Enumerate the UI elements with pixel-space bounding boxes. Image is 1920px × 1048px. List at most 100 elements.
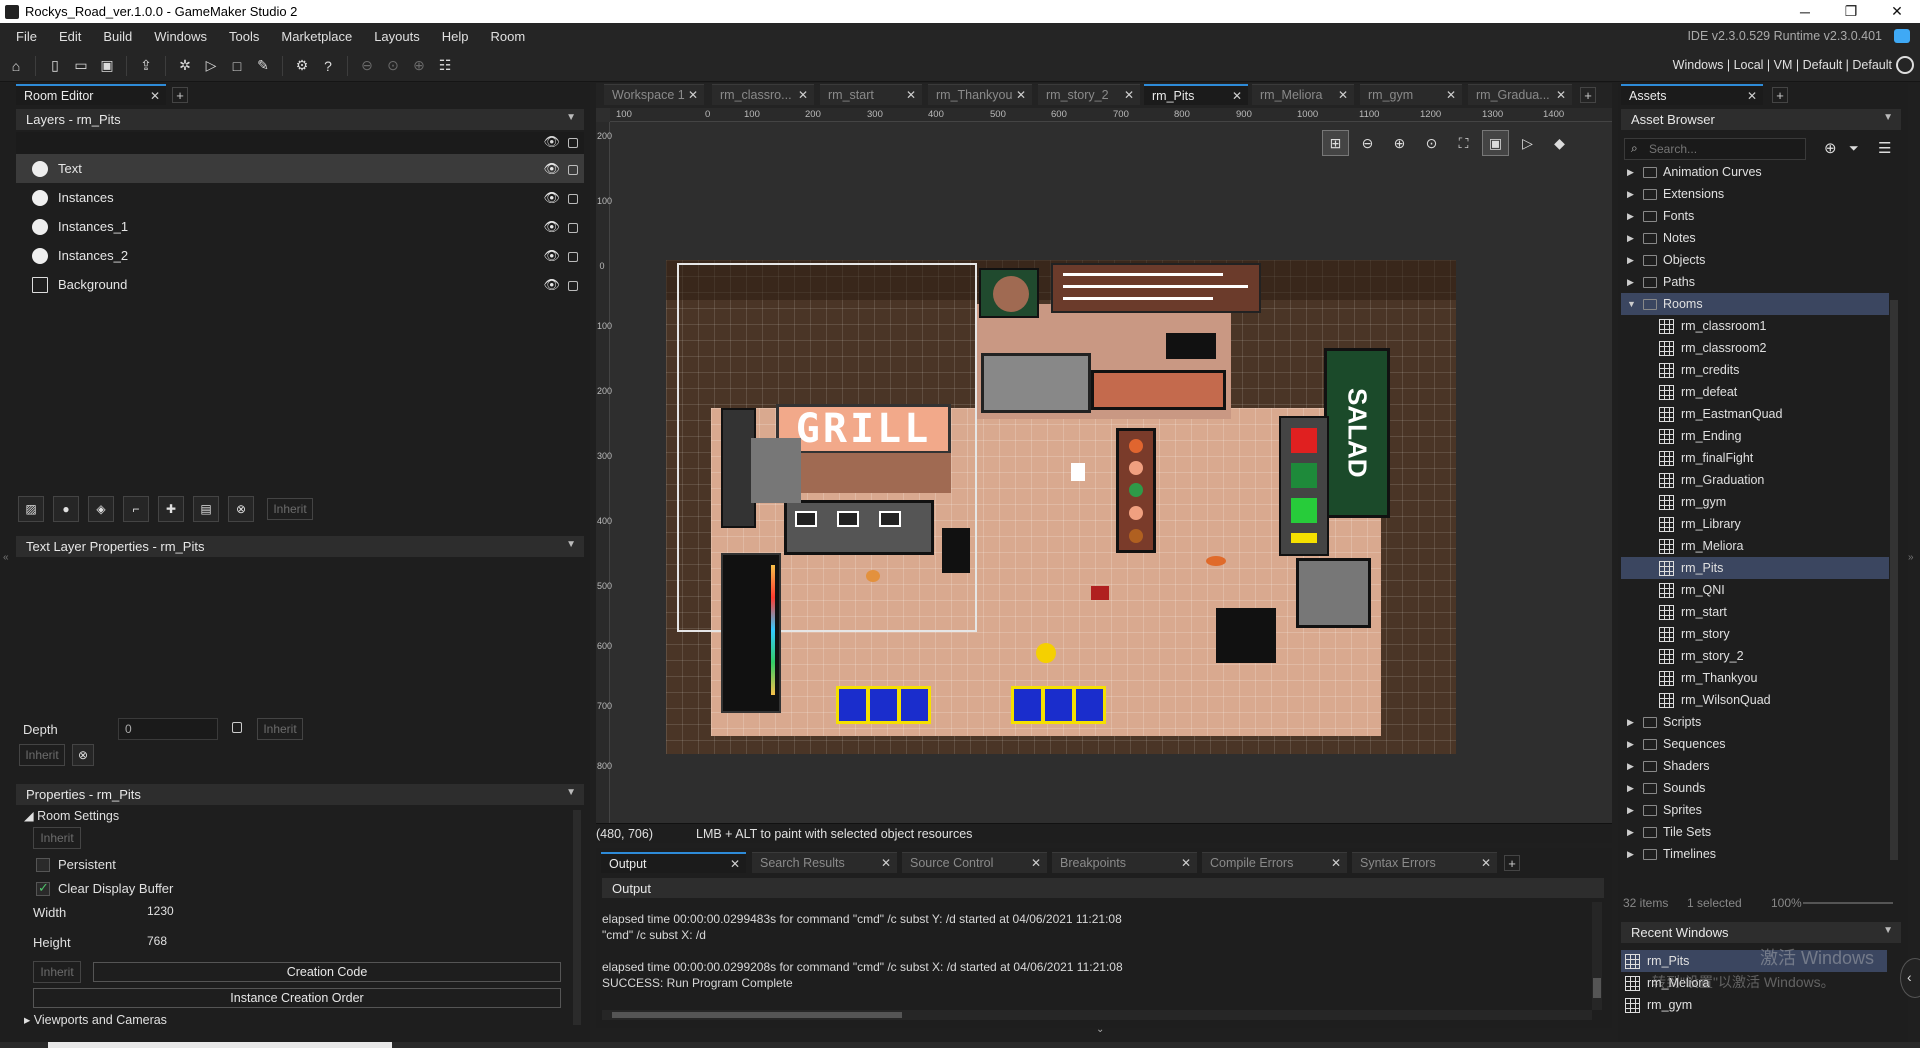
layer-text[interactable]: Text 👁 bbox=[16, 154, 584, 183]
menu-file[interactable]: File bbox=[0, 29, 48, 44]
collapsed-arrow-icon[interactable]: ▶ bbox=[1627, 761, 1637, 772]
target-selector[interactable]: Windows | Local | VM | Default | Default bbox=[1673, 58, 1892, 72]
inherit-button[interactable]: Inherit bbox=[19, 744, 65, 766]
menu-windows[interactable]: Windows bbox=[143, 29, 218, 44]
close-icon[interactable]: ✕ bbox=[1338, 88, 1348, 102]
room-asset[interactable]: rm_story bbox=[1621, 623, 1889, 645]
collapsed-arrow-icon[interactable]: ▶ bbox=[1627, 277, 1637, 288]
collapse-right-icon[interactable]: » bbox=[1908, 552, 1914, 563]
chevron-down-icon[interactable]: ▼ bbox=[566, 112, 576, 123]
room-asset[interactable]: rm_start bbox=[1621, 601, 1889, 623]
room-asset[interactable]: rm_EastmanQuad bbox=[1621, 403, 1889, 425]
asset-folder[interactable]: ▼ Rooms bbox=[1621, 293, 1889, 315]
lock-icon[interactable] bbox=[568, 223, 578, 233]
clean-icon[interactable]: ✎ bbox=[252, 55, 274, 77]
fit-view-icon[interactable]: ⛶ bbox=[1450, 130, 1477, 156]
creation-code-button[interactable]: Creation Code bbox=[93, 962, 561, 982]
room-asset[interactable]: rm_Pits bbox=[1621, 557, 1889, 579]
tab-search-results[interactable]: Search Results ✕ bbox=[752, 852, 897, 873]
asset-folder[interactable]: ▶ Sprites bbox=[1621, 799, 1889, 821]
zoom-reset-icon[interactable]: ⊙ bbox=[382, 55, 404, 77]
collapsed-arrow-icon[interactable]: ▶ bbox=[1627, 189, 1637, 200]
chevron-down-icon[interactable]: ▼ bbox=[1883, 112, 1893, 123]
close-circle-icon[interactable]: ⊗ bbox=[72, 744, 94, 766]
filter-icon[interactable]: ⏷ bbox=[1849, 141, 1859, 156]
asset-folder[interactable]: ▶ Timelines bbox=[1621, 843, 1889, 865]
zoom-out-icon[interactable]: ⊖ bbox=[356, 55, 378, 77]
close-icon[interactable]: ✕ bbox=[881, 856, 891, 870]
output-vertical-scrollbar[interactable] bbox=[1592, 902, 1602, 1010]
eye-icon[interactable]: 👁 bbox=[543, 134, 560, 150]
tab-rm-meliora[interactable]: rm_Meliora ✕ bbox=[1252, 84, 1354, 105]
add-tab-icon[interactable]: + bbox=[172, 87, 188, 103]
height-field[interactable]: 768 bbox=[140, 930, 190, 952]
asset-folder[interactable]: ▶ Paths bbox=[1621, 271, 1889, 293]
collapsed-arrow-icon[interactable]: ▶ bbox=[1627, 717, 1637, 728]
restore-icon[interactable]: ❐ bbox=[1828, 0, 1874, 23]
assets-scrollbar[interactable] bbox=[1890, 300, 1898, 860]
delete-layer-icon[interactable]: ⊗ bbox=[228, 496, 254, 522]
menu-layouts[interactable]: Layouts bbox=[363, 29, 431, 44]
help-icon[interactable]: ? bbox=[317, 55, 339, 77]
settings-gear-icon[interactable]: ⚙ bbox=[291, 55, 313, 77]
collapsed-arrow-icon[interactable]: ▶ bbox=[1627, 849, 1637, 860]
instance-creation-order-button[interactable]: Instance Creation Order bbox=[33, 988, 561, 1008]
tab-rm-story-2[interactable]: rm_story_2 ✕ bbox=[1038, 84, 1140, 105]
chat-icon[interactable] bbox=[1894, 29, 1910, 43]
target-icon[interactable] bbox=[1896, 56, 1914, 74]
collapse-left-icon[interactable]: « bbox=[3, 552, 9, 563]
gamepad-icon[interactable]: ☷ bbox=[434, 55, 456, 77]
layer-properties-header[interactable]: Text Layer Properties - rm_Pits ▼ bbox=[16, 536, 584, 557]
menu-marketplace[interactable]: Marketplace bbox=[270, 29, 363, 44]
room-asset[interactable]: rm_classroom1 bbox=[1621, 315, 1889, 337]
tab-syntax-errors[interactable]: Syntax Errors ✕ bbox=[1352, 852, 1497, 873]
close-icon[interactable]: ✕ bbox=[1556, 88, 1566, 102]
width-field[interactable]: 1230 bbox=[140, 900, 190, 922]
eye-icon[interactable]: 👁 bbox=[543, 248, 560, 264]
menu-help[interactable]: Help bbox=[431, 29, 480, 44]
collapsed-arrow-icon[interactable]: ▶ bbox=[1627, 805, 1637, 816]
recent-windows-header[interactable]: Recent Windows ▼ bbox=[1621, 922, 1901, 943]
tab-rm-gym[interactable]: rm_gym ✕ bbox=[1360, 84, 1462, 105]
room-asset[interactable]: rm_Meliora bbox=[1621, 535, 1889, 557]
tab-rm-graduation[interactable]: rm_Gradua... ✕ bbox=[1468, 84, 1572, 105]
minimize-icon[interactable]: ─ bbox=[1782, 0, 1828, 23]
collapsed-arrow-icon[interactable]: ▶ bbox=[1627, 783, 1637, 794]
close-icon[interactable]: ✕ bbox=[1747, 89, 1757, 103]
chevron-down-icon[interactable]: ▼ bbox=[1883, 925, 1893, 936]
close-icon[interactable]: ✕ bbox=[798, 88, 808, 102]
room-asset[interactable]: rm_QNI bbox=[1621, 579, 1889, 601]
tab-compile-errors[interactable]: Compile Errors ✕ bbox=[1202, 852, 1347, 873]
close-icon[interactable]: ✕ bbox=[1446, 88, 1456, 102]
room-asset[interactable]: rm_Thankyou bbox=[1621, 667, 1889, 689]
room-asset[interactable]: rm_finalFight bbox=[1621, 447, 1889, 469]
open-project-icon[interactable]: ▭ bbox=[70, 55, 92, 77]
chevron-down-icon[interactable]: ▼ bbox=[566, 539, 576, 550]
frame-toggle-icon[interactable]: ▣ bbox=[1482, 130, 1509, 156]
asset-folder[interactable]: ▶ Fonts bbox=[1621, 205, 1889, 227]
room-asset[interactable]: rm_story_2 bbox=[1621, 645, 1889, 667]
asset-search-box[interactable]: ⌕ bbox=[1624, 138, 1806, 160]
output-horizontal-scrollbar[interactable] bbox=[602, 1010, 1592, 1020]
asset-folder[interactable]: ▶ Objects bbox=[1621, 249, 1889, 271]
layer-instances[interactable]: Instances 👁 bbox=[16, 183, 584, 212]
inherit-button[interactable]: Inherit bbox=[257, 718, 303, 740]
menu-hamburger-icon[interactable]: ☰ bbox=[1878, 139, 1891, 157]
zoom-in-icon[interactable]: ⊕ bbox=[408, 55, 430, 77]
add-asset-layer-icon[interactable]: ✚ bbox=[158, 496, 184, 522]
layer-instances-1[interactable]: Instances_1 👁 bbox=[16, 212, 584, 241]
lock-icon[interactable] bbox=[568, 138, 578, 148]
menu-tools[interactable]: Tools bbox=[218, 29, 270, 44]
close-icon[interactable]: ✕ bbox=[1016, 88, 1026, 102]
eye-icon[interactable]: 👁 bbox=[543, 161, 560, 177]
save-icon[interactable]: ▣ bbox=[96, 55, 118, 77]
close-icon[interactable]: ✕ bbox=[1232, 89, 1242, 103]
lock-icon[interactable] bbox=[232, 722, 242, 733]
tab-rm-classroom[interactable]: rm_classro... ✕ bbox=[712, 84, 814, 105]
close-icon[interactable]: ✕ bbox=[1481, 856, 1491, 870]
layers-header[interactable]: Layers - rm_Pits ▼ bbox=[16, 109, 584, 130]
tab-output[interactable]: Output ✕ bbox=[601, 852, 746, 873]
expand-down-icon[interactable]: ⌄ bbox=[1096, 1024, 1104, 1035]
add-background-layer-icon[interactable]: ▨ bbox=[18, 496, 44, 522]
menu-build[interactable]: Build bbox=[92, 29, 143, 44]
